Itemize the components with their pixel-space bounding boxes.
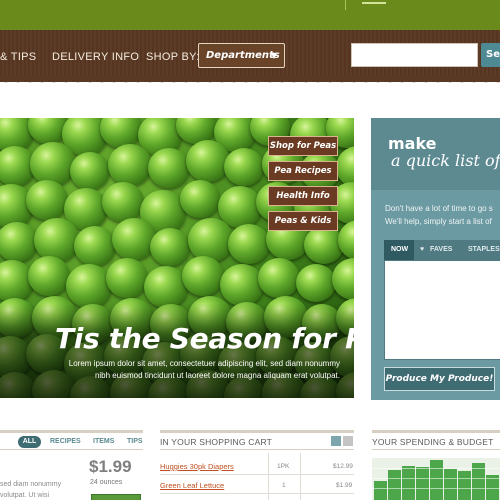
quick-tab-now[interactable]: NOW [391, 246, 408, 253]
pea [182, 256, 224, 296]
pea [34, 218, 80, 262]
hero-body-text: Lorem ipsum dolor sit amet, consectetuer… [68, 359, 340, 380]
top-link-underline[interactable] [362, 2, 386, 4]
spending-gridline [372, 478, 500, 479]
cart-item-name[interactable]: Green Leaf Lettuce [160, 481, 224, 490]
spending-gridline [372, 468, 500, 469]
pea [102, 182, 144, 222]
spending-bar [402, 466, 415, 500]
pea [258, 258, 300, 298]
pea [66, 264, 112, 308]
nav-scallop-edge [0, 76, 500, 88]
cart-row-separator [160, 493, 354, 494]
spending-gridline [372, 488, 500, 489]
spending-bar [458, 471, 471, 500]
cart-item-price: $1.99 [336, 482, 353, 489]
spending-column-rule-2 [372, 449, 500, 450]
spending-bar [416, 467, 429, 500]
pea [150, 228, 190, 266]
filter-tips[interactable]: TIPS [127, 438, 143, 445]
pea [100, 118, 142, 148]
nav-link-delivery-info[interactable]: DELIVERY INFO [52, 51, 139, 63]
top-bar [0, 0, 500, 30]
add-to-cart-button[interactable] [91, 494, 141, 500]
pea [188, 218, 234, 262]
pea [112, 218, 156, 260]
item-description-2: volutpat. Ut wisi [0, 492, 50, 499]
quick-list-textarea[interactable] [384, 260, 500, 360]
cart-scroll-down-icon[interactable] [343, 436, 353, 446]
spending-bar [388, 470, 401, 500]
item-description-1: sed diam nonummy [0, 481, 62, 488]
pea [296, 264, 336, 302]
filter-all[interactable]: ALL [18, 436, 41, 448]
pea [228, 224, 270, 264]
nav-shop-by-label: SHOP BY: [146, 51, 200, 63]
heart-icon: ♥ [420, 246, 425, 253]
search-button[interactable]: Sea [481, 43, 500, 67]
hero-title: Tis the Season for Peas [55, 322, 419, 355]
spending-title: YOUR SPENDING & BUDGET [372, 437, 494, 447]
quick-list-text-1: Don't have a lot of time to go s [385, 204, 493, 213]
spending-column-rule [372, 430, 500, 433]
hero-tab-shop-for-peas[interactable]: Shop for Peas [268, 136, 338, 156]
recipes-column-rule [0, 430, 143, 433]
filter-items[interactable]: ITEMS [93, 438, 114, 445]
pea [186, 140, 230, 182]
spending-chart [372, 458, 500, 500]
pea [332, 258, 354, 300]
pea [180, 180, 220, 218]
nav-link-tips[interactable]: & TIPS [0, 51, 36, 63]
pea [30, 142, 76, 186]
pea [70, 152, 110, 190]
pea [28, 256, 70, 296]
cart-scroll-up-icon[interactable] [331, 436, 341, 446]
search-input[interactable] [351, 43, 478, 67]
produce-my-produce-button[interactable]: Produce My Produce! [384, 367, 495, 391]
hero-banner[interactable] [0, 118, 354, 398]
cart-item-qty: 1PK [277, 463, 290, 470]
cart-column-rule [160, 430, 354, 433]
cart-item-qty: 1 [282, 482, 286, 489]
spending-bar [444, 469, 457, 500]
recipes-column-rule-2 [0, 449, 143, 450]
filter-recipes[interactable]: RECIPES [50, 438, 81, 445]
cart-row-separator [160, 474, 354, 475]
pea [148, 148, 190, 188]
hero-tab-peas-and-kids[interactable]: Peas & Kids [268, 211, 338, 231]
chevron-down-icon: ▼ [270, 51, 277, 60]
cart-title: IN YOUR SHOPPING CART [160, 437, 273, 447]
quick-list-title: a quick list of [391, 151, 500, 170]
pea [224, 148, 264, 186]
hero-tab-health-info[interactable]: Health Info [268, 186, 338, 206]
cart-column-rule-2 [160, 449, 354, 450]
cart-item-name[interactable]: Huggies 30pk Diapers [160, 462, 234, 471]
quick-tab-faves[interactable]: FAVES [430, 246, 452, 253]
pea [74, 226, 116, 266]
spending-bar [374, 481, 387, 500]
pea [26, 180, 68, 220]
pea [106, 258, 148, 298]
pea [108, 144, 152, 186]
pea [0, 222, 38, 262]
pea [220, 264, 264, 306]
quick-tab-staples[interactable]: STAPLES [468, 246, 500, 253]
departments-label: Departments [206, 50, 280, 61]
cart-item-price: $12.99 [333, 463, 353, 470]
item-price: $1.99 [89, 457, 132, 476]
quick-list-text-2: We'll help, simply start a list of [385, 217, 492, 226]
top-divider [345, 0, 346, 10]
spending-bar [430, 460, 443, 500]
item-size: 24 ounces [90, 479, 123, 486]
departments-dropdown[interactable]: Departments ▼ [198, 43, 285, 68]
hero-tab-pea-recipes[interactable]: Pea Recipes [268, 161, 338, 181]
